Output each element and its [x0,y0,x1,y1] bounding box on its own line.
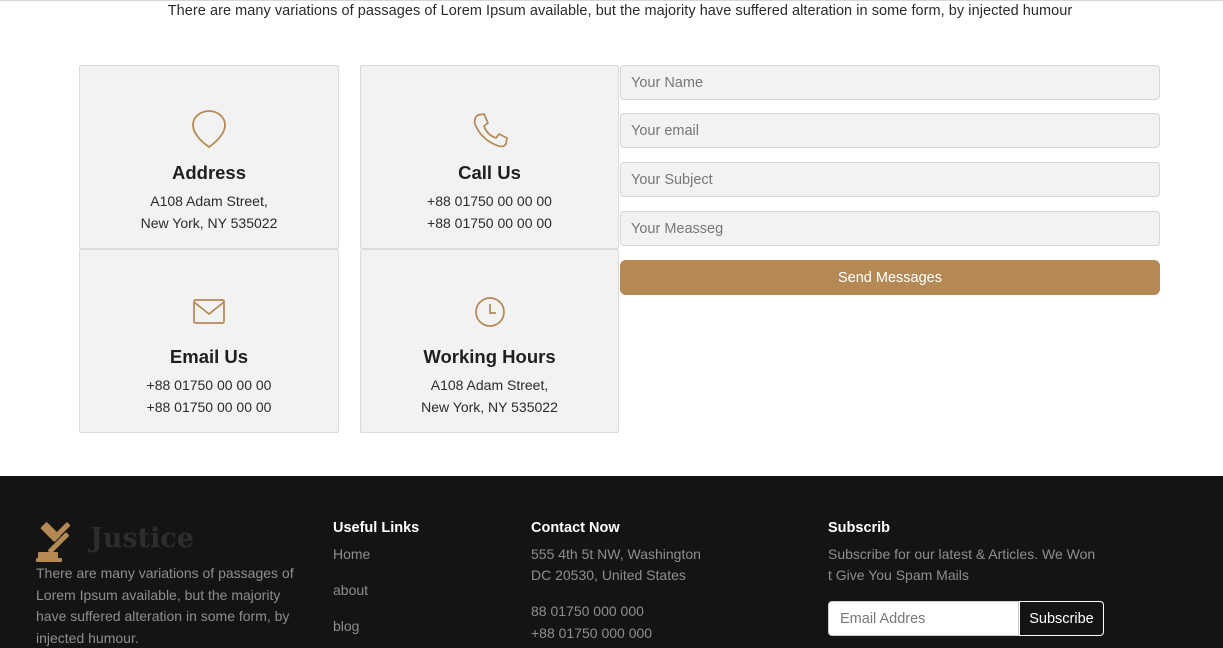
contact-address-line: 555 4th 5t NW, Washington [531,546,701,562]
email-card: Email Us +88 01750 00 00 00 +88 01750 00… [79,249,339,433]
subject-field[interactable] [620,162,1160,197]
card-line: +88 01750 00 00 00 [146,377,272,393]
footer-link-blog[interactable]: blog [333,618,359,634]
card-line: +88 01750 00 00 00 [427,193,552,209]
useful-links-heading: Useful Links [333,520,420,536]
card-title: Email Us [169,346,249,367]
card-title: Working Hours [423,346,556,367]
envelope-icon [193,299,225,324]
call-card: Call Us +88 01750 00 00 00 +88 01750 00 … [360,65,619,249]
gavel-icon [36,522,71,562]
footer-link-home[interactable]: Home [333,546,370,562]
brand-logo-text[interactable]: Justice [90,523,194,554]
contact-address-line: DC 20530, United States [531,567,686,583]
clock-icon [474,297,505,327]
card-line: New York, NY 535022 [140,215,278,231]
send-messages-button[interactable]: Send Messages [620,260,1160,295]
card-title: Address [171,162,247,183]
card-line: New York, NY 535022 [421,399,558,415]
intro-text: There are many variations of passages of… [167,3,1073,19]
email-field[interactable] [620,113,1160,148]
subscribe-email-input[interactable] [828,601,1019,636]
subscribe-text: Subscribe for our latest & Articles. We … [828,546,1096,562]
name-field[interactable] [620,65,1160,100]
address-card: Address A108 Adam Street, New York, NY 5… [79,65,339,249]
card-title: Call Us [458,162,521,183]
message-field[interactable] [620,211,1160,246]
subscribe-text: t Give You Spam Mails [828,567,969,583]
footer-link-about[interactable]: about [333,582,368,598]
contact-phone: +88 01750 000 000 [531,625,653,641]
card-line: +88 01750 00 00 00 [427,215,552,231]
phone-icon [473,113,508,148]
card-line: A108 Adam Street, [430,377,549,393]
card-line: +88 01750 00 00 00 [146,399,272,415]
working-hours-card: Working Hours A108 Adam Street, New York… [360,249,619,433]
top-divider [0,0,1223,1]
footer-about-text: There are many variations of passages of… [36,565,294,646]
contact-phone: 88 01750 000 000 [531,603,644,619]
subscribe-button[interactable]: Subscribe [1019,601,1104,636]
map-pin-icon [192,110,226,149]
subscribe-heading: Subscrib [828,520,891,536]
site-footer: Justice There are many variations of pas… [0,476,1223,648]
card-line: A108 Adam Street, [150,193,268,209]
contact-now-heading: Contact Now [531,520,620,536]
